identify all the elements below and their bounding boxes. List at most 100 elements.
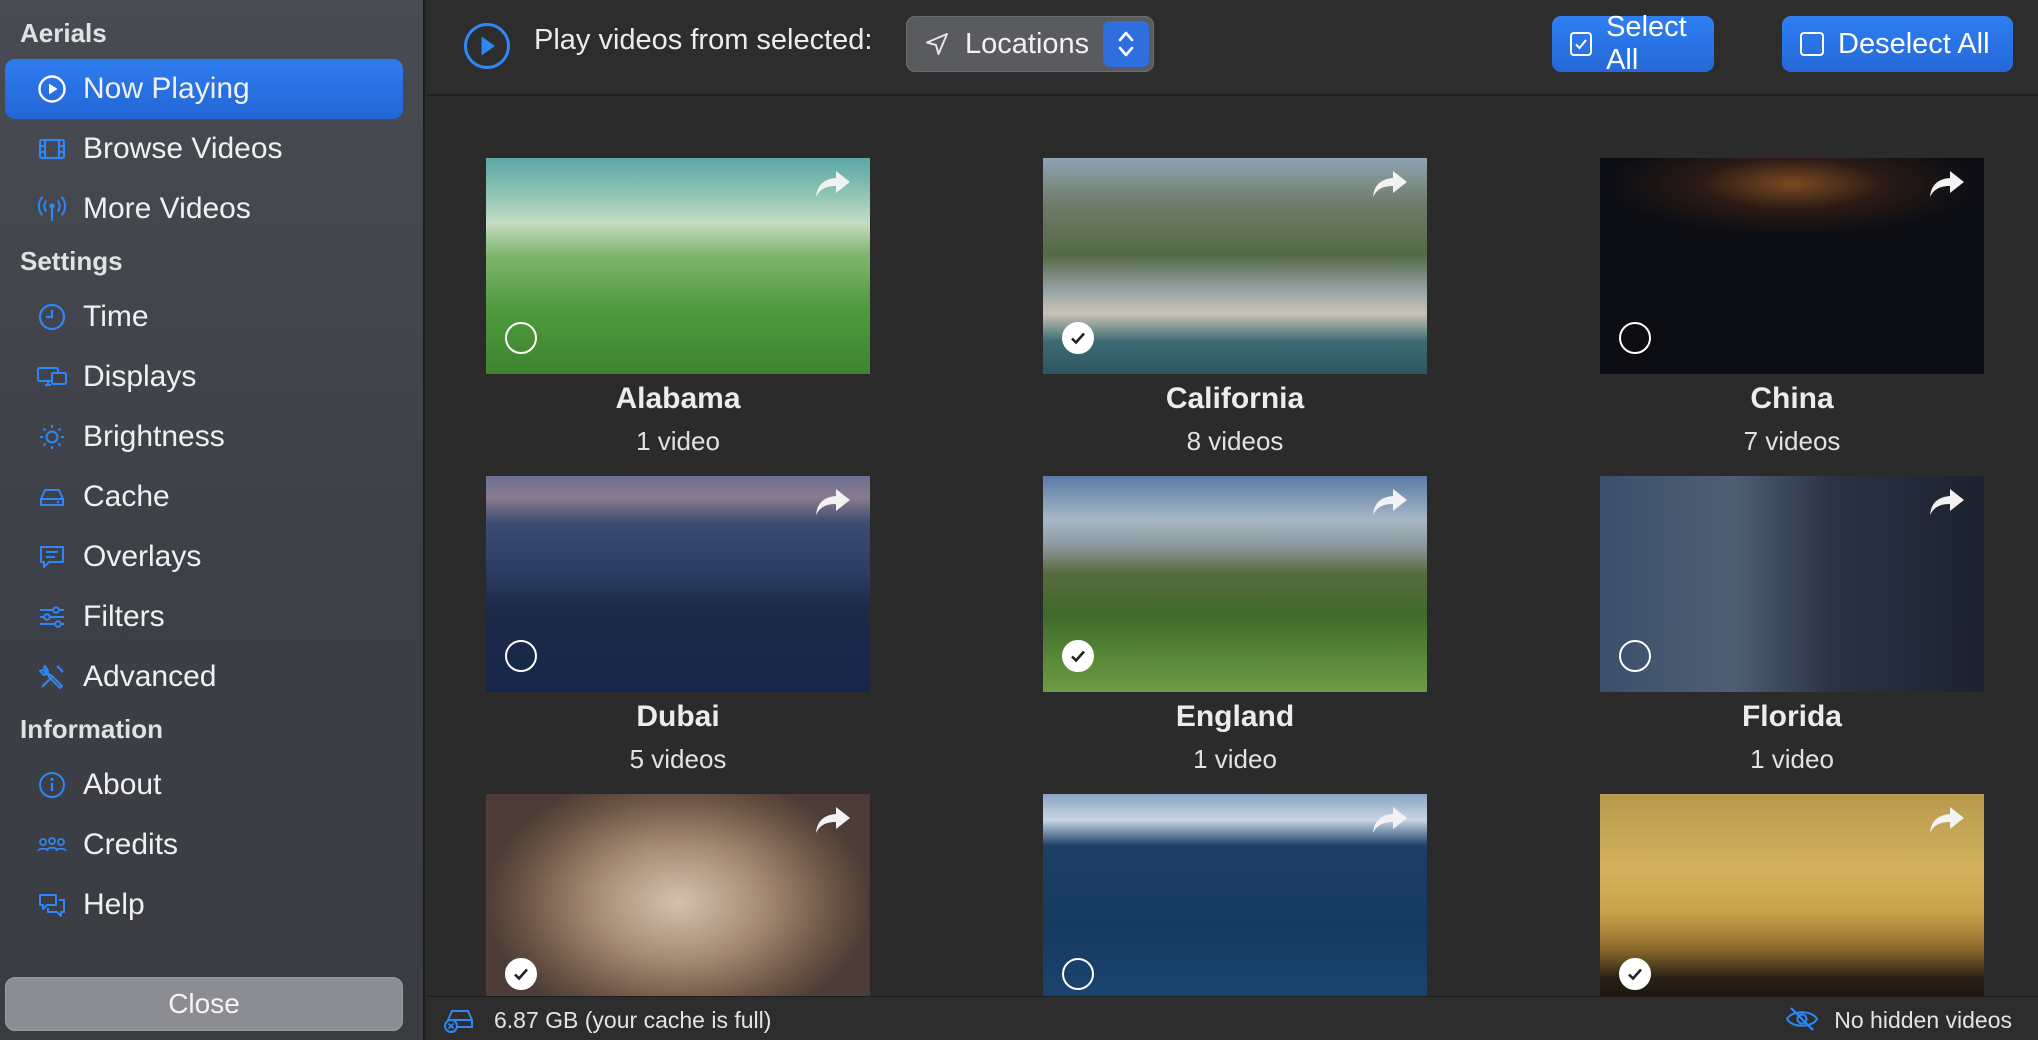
sidebar-item-label: About <box>83 768 162 801</box>
video-thumbnail[interactable] <box>486 794 870 996</box>
video-thumbnail[interactable] <box>486 476 870 692</box>
sidebar-item-label: Filters <box>83 600 165 633</box>
main-panel: Play videos from selected: Locations Sel… <box>427 0 2038 1040</box>
close-button[interactable]: Close <box>5 977 403 1031</box>
selection-toggle[interactable] <box>1619 640 1651 672</box>
share-icon[interactable] <box>1371 486 1409 523</box>
video-thumbnail[interactable] <box>1043 476 1427 692</box>
selection-toggle[interactable] <box>1062 322 1094 354</box>
checkmark-icon <box>1628 968 1642 981</box>
deselect-all-button[interactable]: Deselect All <box>1782 16 2013 72</box>
location-card[interactable]: Florida 1 video <box>1600 476 1984 775</box>
section-header-information: Information <box>20 714 163 744</box>
sidebar-item-label: Time <box>83 300 149 333</box>
sidebar-item-label: More Videos <box>83 192 251 225</box>
video-thumbnail[interactable] <box>1043 794 1427 996</box>
video-thumbnail[interactable] <box>1600 476 1984 692</box>
location-card[interactable]: California 8 videos <box>1043 158 1427 457</box>
sidebar-item-more-videos[interactable]: More Videos <box>5 179 403 239</box>
location-name: Florida <box>1741 700 1842 733</box>
sidebar-item-filters[interactable]: Filters <box>5 587 403 647</box>
displays-icon <box>35 360 69 394</box>
selection-toggle[interactable] <box>1062 958 1094 990</box>
location-card[interactable]: Alabama 1 video <box>486 158 870 457</box>
video-thumbnail[interactable] <box>1600 794 1984 996</box>
video-count: 1 video <box>1193 744 1277 774</box>
location-name: Alabama <box>615 382 741 415</box>
location-name: England <box>1175 700 1295 733</box>
video-thumbnail[interactable] <box>1600 158 1984 374</box>
film-icon <box>35 132 69 166</box>
sidebar-item-advanced[interactable]: Advanced <box>5 647 403 707</box>
sidebar-item-now-playing[interactable]: Now Playing <box>5 59 403 119</box>
video-count: 8 videos <box>1186 426 1284 456</box>
checkbox-checked-icon <box>1570 32 1593 56</box>
sidebar-item-browse-videos[interactable]: Browse Videos <box>5 119 403 179</box>
location-arrow-icon <box>923 30 951 58</box>
help-bubbles-icon <box>35 888 69 922</box>
source-popup-value: Locations <box>965 27 1090 60</box>
share-icon[interactable] <box>814 486 852 523</box>
sliders-icon <box>35 600 69 634</box>
location-card[interactable] <box>1043 794 1427 996</box>
checkmark-icon <box>1071 332 1085 345</box>
share-icon[interactable] <box>1371 804 1409 841</box>
video-count: 1 video <box>636 426 720 456</box>
deselect-all-label: Deselect All <box>1838 27 1990 60</box>
section-header-aerials: Aerials <box>20 18 107 48</box>
location-card[interactable]: England 1 video <box>1043 476 1427 775</box>
eye-slash-icon <box>1784 1005 1820 1038</box>
select-all-button[interactable]: Select All <box>1552 11 1714 76</box>
location-card[interactable]: Dubai 5 videos <box>486 476 870 775</box>
sidebar-item-overlays[interactable]: Overlays <box>5 527 403 587</box>
share-icon[interactable] <box>1928 804 1966 841</box>
chevron-updown-icon <box>1103 21 1149 67</box>
video-thumbnail[interactable] <box>1043 158 1427 374</box>
selection-toggle[interactable] <box>1619 958 1651 990</box>
cache-status: 6.87 GB (your cache is full) <box>494 1007 772 1033</box>
sidebar-item-displays[interactable]: Displays <box>5 347 403 407</box>
drive-icon <box>35 480 69 514</box>
sidebar-item-time[interactable]: Time <box>5 287 403 347</box>
selection-toggle[interactable] <box>1062 640 1094 672</box>
sidebar-item-help[interactable]: Help <box>5 875 403 935</box>
sidebar-item-about[interactable]: About <box>5 755 403 815</box>
location-name: China <box>1750 382 1834 415</box>
video-count: 1 video <box>1750 744 1834 774</box>
select-all-label: Select All <box>1606 11 1687 76</box>
checkmark-icon <box>1071 650 1085 663</box>
share-icon[interactable] <box>814 804 852 841</box>
sidebar-item-label: Cache <box>83 480 170 513</box>
location-card[interactable] <box>486 794 870 996</box>
sidebar: Aerials Now Playing Browse Videos More V… <box>0 0 425 1040</box>
video-thumbnail[interactable] <box>486 158 870 374</box>
app-window: Aerials Now Playing Browse Videos More V… <box>0 0 2038 1040</box>
sidebar-item-label: Displays <box>83 360 197 393</box>
location-card[interactable]: China 7 videos <box>1600 158 1984 457</box>
play-button[interactable] <box>462 21 512 76</box>
location-grid: Alabama 1 video California 8 videos Chin… <box>427 98 2038 996</box>
selection-toggle[interactable] <box>505 640 537 672</box>
checkbox-empty-icon <box>1800 32 1824 56</box>
source-popup[interactable]: Locations <box>906 16 1154 72</box>
selection-toggle[interactable] <box>1619 322 1651 354</box>
play-circle-icon <box>35 72 69 106</box>
sidebar-item-credits[interactable]: Credits <box>5 815 403 875</box>
sidebar-item-label: Now Playing <box>83 72 250 105</box>
share-icon[interactable] <box>1371 168 1409 205</box>
sidebar-item-label: Help <box>83 888 145 921</box>
info-icon <box>35 768 69 802</box>
share-icon[interactable] <box>1928 168 1966 205</box>
sidebar-item-cache[interactable]: Cache <box>5 467 403 527</box>
selection-toggle[interactable] <box>505 958 537 990</box>
section-header-settings: Settings <box>20 246 123 276</box>
sidebar-item-label: Advanced <box>83 660 217 693</box>
antenna-icon <box>35 192 69 226</box>
sidebar-item-label: Overlays <box>83 540 202 573</box>
location-card[interactable] <box>1600 794 1984 996</box>
status-bar: 6.87 GB (your cache is full) No hidden v… <box>427 996 2038 1040</box>
sidebar-item-brightness[interactable]: Brightness <box>5 407 403 467</box>
selection-toggle[interactable] <box>505 322 537 354</box>
share-icon[interactable] <box>1928 486 1966 523</box>
share-icon[interactable] <box>814 168 852 205</box>
